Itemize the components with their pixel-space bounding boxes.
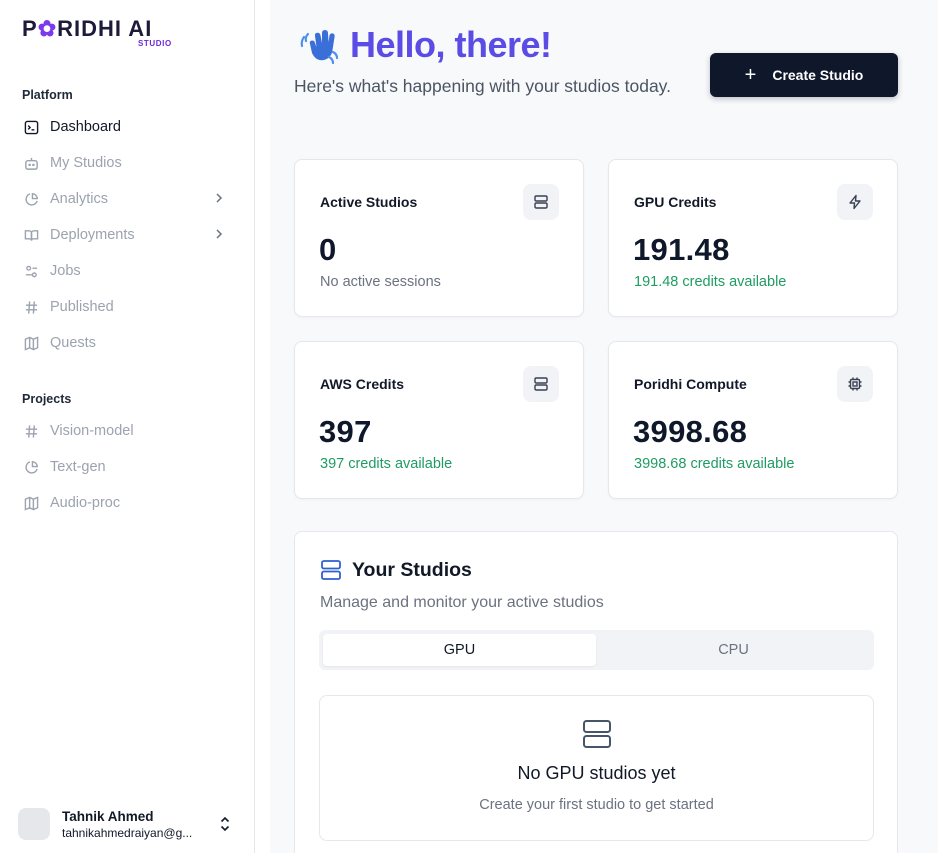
sidebar-item-jobs[interactable]: Jobs: [18, 256, 234, 286]
section-subtitle: Manage and monitor your active studios: [320, 594, 604, 611]
studio-type-tabs: GPU CPU: [319, 630, 874, 670]
card-subtext: 191.48 credits available: [634, 274, 787, 290]
card-value: 191.48: [633, 232, 730, 267]
stat-card-aws-credits: AWS Credits 397 397 credits available: [294, 341, 584, 499]
sidebar-item-label: Deployments: [50, 227, 135, 243]
map-icon: [22, 334, 40, 352]
logo-text: RIDHI AI: [57, 16, 153, 41]
user-name: Tahnik Ahmed: [62, 808, 154, 824]
empty-state-title: No GPU studios yet: [517, 763, 676, 783]
sidebar-item-label: Jobs: [50, 263, 81, 279]
main-content: Hello, there! Here's what's happening wi…: [270, 0, 938, 853]
book-open-icon: [22, 226, 40, 244]
empty-state-subtitle: Create your first studio to get started: [479, 797, 714, 813]
create-studio-button[interactable]: + Create Studio: [710, 53, 898, 97]
sidebar-item-my-studios[interactable]: My Studios: [18, 148, 234, 178]
zap-icon: [837, 184, 873, 220]
card-subtext: 3998.68 credits available: [634, 456, 795, 472]
sidebar-item-label: Audio-proc: [50, 495, 121, 511]
logo-subtext: STUDIO: [138, 39, 172, 48]
user-menu[interactable]: Tahnik Ahmed tahnikahmedraiyan@g...: [18, 806, 240, 842]
tab-gpu[interactable]: GPU: [323, 634, 596, 666]
brand-logo[interactable]: P✿RIDHI AI STUDIO: [22, 16, 192, 49]
sidebar: P✿RIDHI AI STUDIO Platform Dashboard My …: [0, 0, 255, 853]
card-value: 3998.68: [633, 414, 748, 449]
waving-hand-icon: [300, 30, 339, 65]
sidebar-item-label: Analytics: [50, 191, 109, 207]
card-title: Active Studios: [320, 194, 418, 210]
greeting-header: Hello, there!: [298, 24, 552, 66]
sidebar-item-quests[interactable]: Quests: [18, 328, 234, 358]
pie-chart-icon: [22, 458, 40, 476]
logo-letter: P: [22, 16, 38, 41]
card-title: Poridhi Compute: [634, 376, 747, 392]
create-studio-label: Create Studio: [772, 67, 864, 83]
chevron-right-icon[interactable]: [212, 191, 226, 205]
page-title: Hello, there!: [350, 24, 552, 65]
sidebar-item-dashboard[interactable]: Dashboard: [18, 112, 234, 142]
sidebar-item-analytics[interactable]: Analytics: [18, 184, 234, 214]
logo-flower-icon: ✿: [37, 16, 58, 41]
card-title: GPU Credits: [634, 194, 717, 210]
platform-label: Platform: [22, 88, 73, 102]
chevrons-up-down-icon[interactable]: [218, 815, 232, 833]
server-icon: [523, 366, 559, 402]
page-subtitle: Here's what's happening with your studio…: [294, 76, 671, 96]
card-title: AWS Credits: [320, 376, 405, 392]
chevron-right-icon[interactable]: [212, 227, 226, 241]
your-studios-panel: Your Studios Manage and monitor your act…: [294, 531, 898, 853]
empty-state: No GPU studios yet Create your first stu…: [319, 695, 874, 841]
settings-sliders-icon: [22, 262, 40, 280]
hash-icon: [22, 298, 40, 316]
tab-cpu[interactable]: CPU: [597, 634, 870, 666]
sidebar-item-label: Quests: [50, 335, 96, 351]
card-value: 0: [319, 232, 337, 267]
section-title: Your Studios: [352, 558, 472, 581]
sidebar-item-label: Published: [50, 299, 114, 315]
avatar: [18, 808, 50, 840]
sidebar-item-label: Vision-model: [50, 423, 134, 439]
card-value: 397: [319, 414, 372, 449]
bot-icon: [22, 154, 40, 172]
sidebar-item-label: My Studios: [50, 155, 122, 171]
server-icon: [321, 560, 341, 580]
sidebar-item-published[interactable]: Published: [18, 292, 234, 322]
hash-icon: [22, 422, 40, 440]
sidebar-item-label: Text-gen: [50, 459, 106, 475]
sidebar-item-deployments[interactable]: Deployments: [18, 220, 234, 250]
card-subtext: 397 credits available: [320, 456, 453, 472]
server-icon: [583, 720, 611, 748]
user-email: tahnikahmedraiyan@g...: [62, 825, 193, 840]
sidebar-item-label: Dashboard: [50, 119, 121, 135]
plus-icon: +: [744, 64, 757, 86]
sidebar-item-vision-model[interactable]: Vision-model: [18, 416, 234, 446]
map-icon: [22, 494, 40, 512]
server-icon: [523, 184, 559, 220]
stat-card-gpu-credits: GPU Credits 191.48 191.48 credits availa…: [608, 159, 898, 317]
cpu-icon: [837, 366, 873, 402]
sidebar-item-audio-proc[interactable]: Audio-proc: [18, 488, 234, 518]
projects-label: Projects: [22, 392, 72, 406]
terminal-square-icon: [22, 118, 40, 136]
card-subtext: No active sessions: [320, 274, 441, 290]
stat-card-poridhi-compute: Poridhi Compute 3998.68 3998.68 credits …: [608, 341, 898, 499]
pie-chart-icon: [22, 190, 40, 208]
sidebar-item-text-gen[interactable]: Text-gen: [18, 452, 234, 482]
stat-card-active-studios: Active Studios 0 No active sessions: [294, 159, 584, 317]
